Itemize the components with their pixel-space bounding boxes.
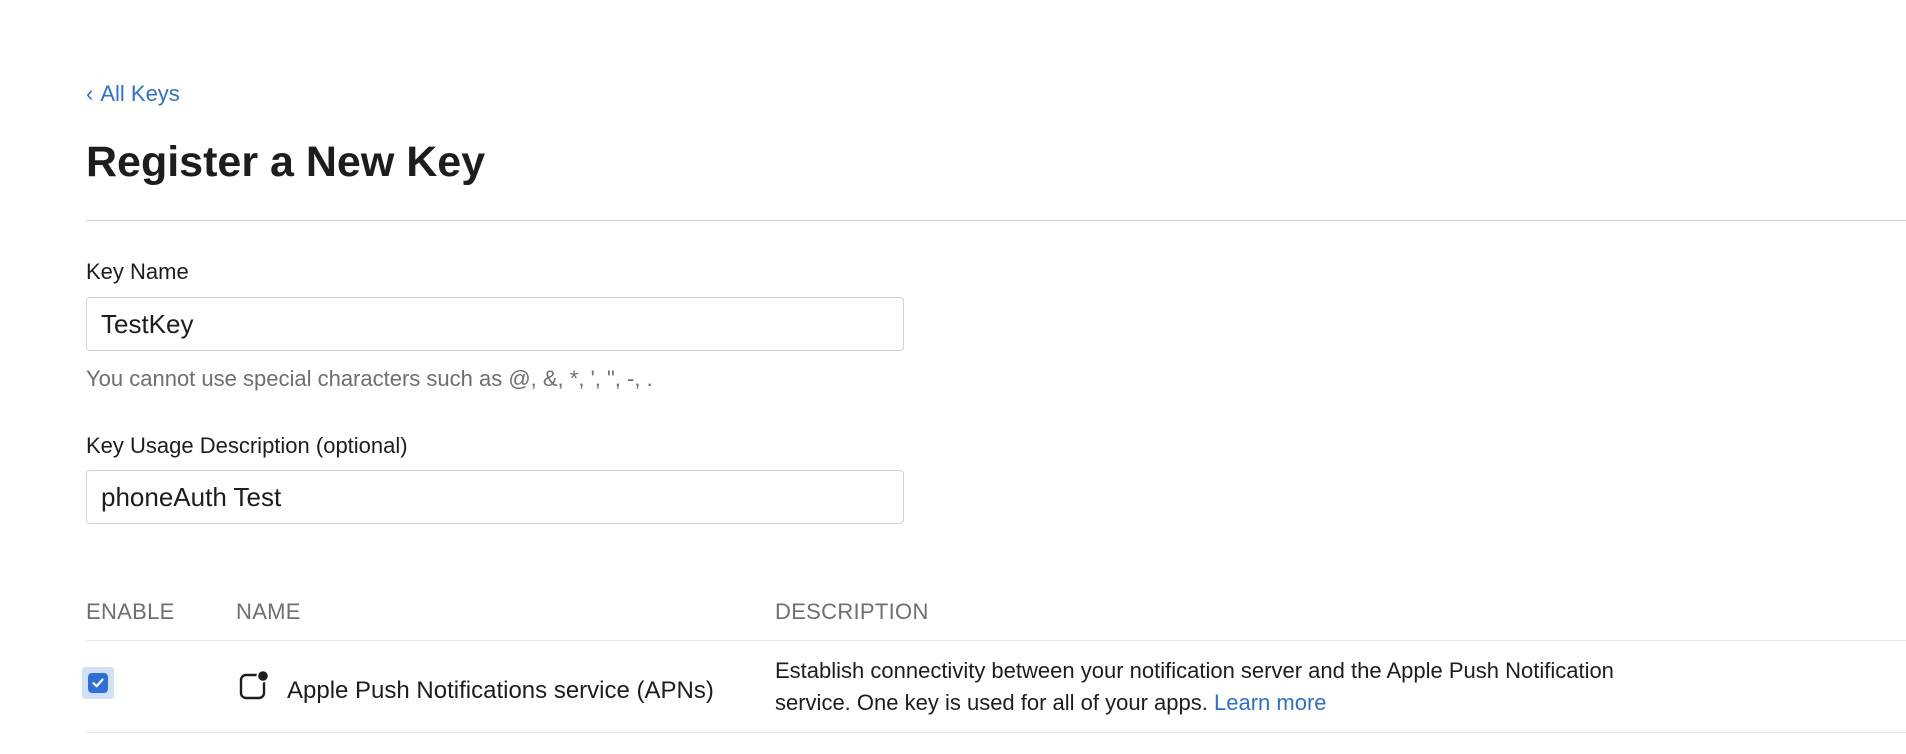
register-key-page: ‹ All Keys Register a New Key Key Name Y…	[0, 0, 1906, 754]
checkmark-icon	[92, 678, 104, 688]
name-column-header: NAME	[236, 599, 301, 624]
table-header-divider	[86, 640, 1906, 641]
apns-description: Establish connectivity between your noti…	[775, 655, 1675, 719]
notification-icon	[239, 669, 270, 700]
enable-column-header: ENABLE	[86, 599, 175, 624]
back-link-label: All Keys	[100, 81, 180, 106]
key-usage-input[interactable]	[86, 470, 904, 524]
learn-more-link[interactable]: Learn more	[1214, 690, 1327, 715]
key-usage-label: Key Usage Description (optional)	[86, 433, 408, 458]
apns-description-text: Establish connectivity between your noti…	[775, 658, 1614, 715]
checkbox-checked	[88, 673, 108, 693]
table-row-divider	[86, 732, 1906, 733]
key-name-hint: You cannot use special characters such a…	[86, 366, 653, 391]
apns-enable-checkbox[interactable]	[82, 667, 114, 699]
description-column-header: DESCRIPTION	[775, 599, 929, 624]
back-to-all-keys-link[interactable]: ‹ All Keys	[86, 80, 180, 108]
chevron-left-icon: ‹	[86, 81, 94, 106]
title-divider	[86, 220, 1906, 221]
key-name-input[interactable]	[86, 297, 904, 351]
key-name-label: Key Name	[86, 259, 189, 284]
page-title: Register a New Key	[86, 138, 486, 186]
apns-service-name: Apple Push Notifications service (APNs)	[287, 677, 714, 704]
